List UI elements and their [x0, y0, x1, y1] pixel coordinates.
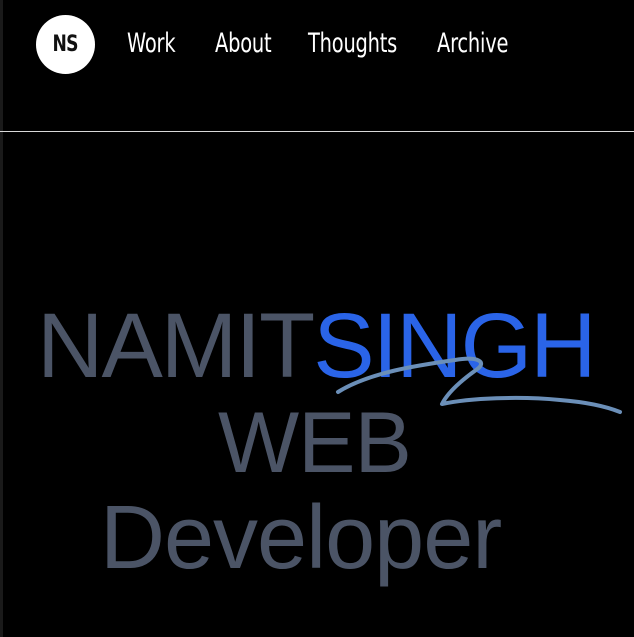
hero-role-developer: Developer — [100, 488, 502, 588]
hero-role-web: WEB — [218, 395, 412, 491]
